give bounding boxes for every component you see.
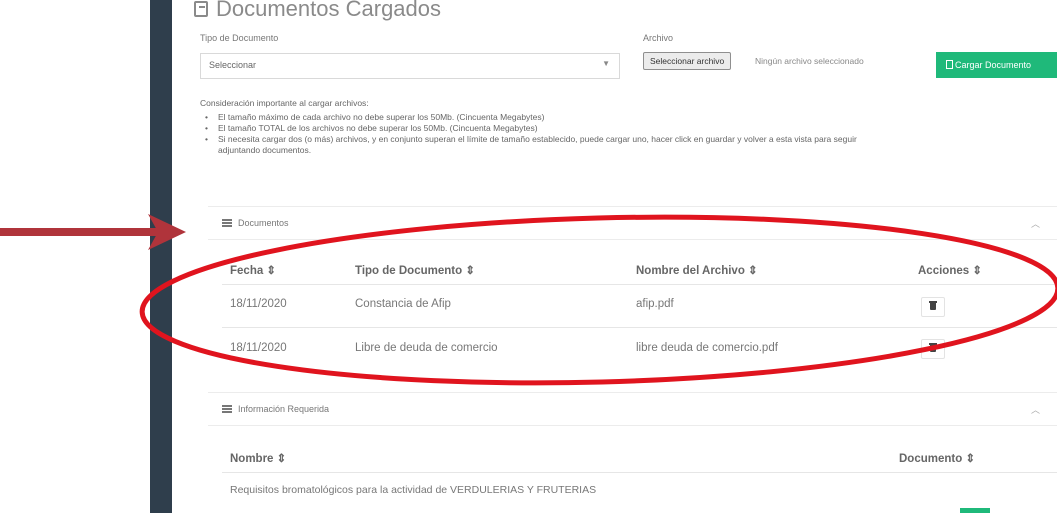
annotation-arrow	[0, 214, 186, 250]
annotation-arrow-shaft	[0, 228, 160, 236]
annotation-ellipse	[139, 214, 1057, 386]
annotation-overlay	[0, 214, 1057, 386]
